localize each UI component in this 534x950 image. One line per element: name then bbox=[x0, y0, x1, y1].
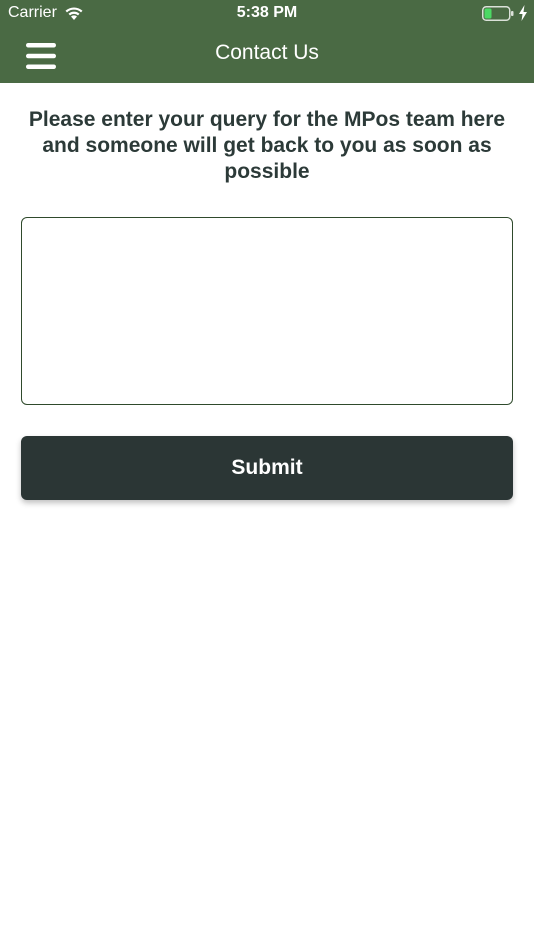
battery-icon bbox=[482, 6, 514, 21]
charging-bolt-icon bbox=[519, 5, 527, 21]
instructions-text: Please enter your query for the MPos tea… bbox=[28, 108, 506, 183]
nav-bar: Contact Us bbox=[0, 28, 534, 83]
submit-button[interactable]: Submit bbox=[21, 436, 513, 500]
page-title: Contact Us bbox=[215, 41, 319, 64]
status-bar: Carrier 5:38 PM bbox=[0, 0, 534, 28]
status-time: 5:38 PM bbox=[236, 4, 298, 21]
query-textarea[interactable] bbox=[21, 217, 513, 405]
